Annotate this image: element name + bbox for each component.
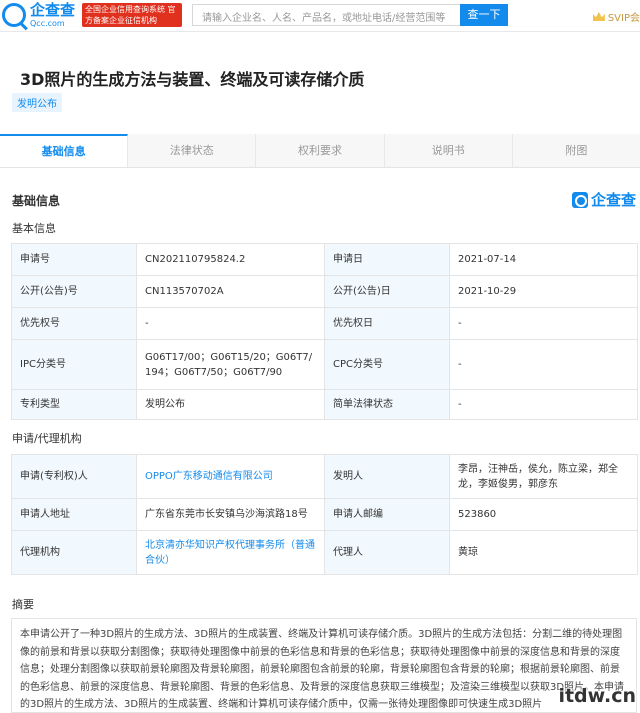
label-cell: 申请号 [11, 243, 137, 276]
label-cell: 专利类型 [11, 389, 137, 420]
value-cell: 2021-07-14 [449, 243, 638, 276]
subsection-title: 申请/代理机构 [12, 432, 82, 445]
logo-name: 企查查 [30, 1, 76, 19]
label-cell: 申请(专利权)人 [11, 454, 137, 499]
label-cell: CPC分类号 [324, 339, 450, 390]
top-bar: 企查查 Qcc.com 全国企业信用查询系统 官方备案企业征信机构 请输入企业名… [0, 0, 640, 32]
value-cell: G06T17/00；G06T15/20；G06T7/194；G06T7/50；G… [136, 339, 325, 390]
svip-label: SVIP会 [607, 13, 640, 24]
table-row: 申请人地址 广东省东莞市长安镇乌沙海滨路18号 申请人邮编 523860 [11, 498, 638, 531]
search-button[interactable]: 查一下 [460, 4, 508, 26]
label-cell: 公开(公告)号 [11, 275, 137, 308]
table-row: 代理机构 北京清亦华知识产权代理事务所（普通合伙） 代理人 黄琼 [11, 530, 638, 575]
tab-drawings[interactable]: 附图 [513, 134, 640, 167]
label-cell: 申请人邮编 [324, 498, 450, 531]
logo-magnifier-icon [2, 3, 26, 27]
label-cell: 申请日 [324, 243, 450, 276]
abstract-text: 本申请公开了一种3D照片的生成方法、3D照片的生成装置、终端及计算机可读存储介质… [11, 618, 637, 713]
value-cell: - [136, 307, 325, 340]
value-cell: 广东省东莞市长安镇乌沙海滨路18号 [136, 498, 325, 531]
label-cell: 公开(公告)日 [324, 275, 450, 308]
logo-domain: Qcc.com [30, 19, 65, 28]
page-title: 3D照片的生成方法与装置、终端及可读存储介质 [20, 70, 365, 89]
value-cell: - [449, 307, 638, 340]
table-row: IPC分类号 G06T17/00；G06T15/20；G06T7/194；G06… [11, 339, 638, 390]
value-cell: - [449, 389, 638, 420]
table-row: 申请号 CN202110795824.2 申请日 2021-07-14 [11, 243, 638, 276]
table-row: 优先权号 - 优先权日 - [11, 307, 638, 340]
value-cell: 发明公布 [136, 389, 325, 420]
subsection-title: 摘要 [12, 598, 34, 611]
site-logo[interactable]: 企查查 Qcc.com [2, 2, 75, 28]
label-cell: IPC分类号 [11, 339, 137, 390]
crown-icon [592, 12, 605, 21]
label-cell: 优先权日 [324, 307, 450, 340]
label-cell: 代理机构 [11, 530, 137, 575]
section-title: 基础信息 [12, 194, 61, 208]
tab-description[interactable]: 说明书 [385, 134, 513, 167]
brand-icon [571, 191, 588, 208]
label-cell: 申请人地址 [11, 498, 137, 531]
agency-link[interactable]: 北京清亦华知识产权代理事务所（普通合伙） [145, 540, 315, 566]
label-cell: 代理人 [324, 530, 450, 575]
basic-info-table: 申请号 CN202110795824.2 申请日 2021-07-14 公开(公… [11, 243, 638, 420]
label-cell: 优先权号 [11, 307, 137, 340]
tab-legal-status[interactable]: 法律状态 [128, 134, 257, 167]
svip-link[interactable]: SVIP会 [592, 9, 640, 24]
subsection-title: 基本信息 [12, 222, 56, 235]
value-cell: CN202110795824.2 [136, 243, 325, 276]
value-cell: CN113570702A [136, 275, 325, 308]
table-row: 专利类型 发明公布 简单法律状态 - [11, 389, 638, 420]
tab-claims[interactable]: 权利要求 [256, 134, 385, 167]
official-badge: 全国企业信用查询系统 官方备案企业征信机构 [82, 3, 182, 27]
table-row: 公开(公告)号 CN113570702A 公开(公告)日 2021-10-29 [11, 275, 638, 308]
brand-logo: 企查查 [571, 189, 636, 210]
tab-bar: 基础信息 法律状态 权利要求 说明书 附图 [0, 134, 640, 168]
value-cell: 523860 [449, 498, 638, 531]
table-row: 申请(专利权)人 OPPO广东移动通信有限公司 发明人 李昂，汪神岳，侯允，陈立… [11, 454, 638, 499]
status-badge: 发明公布 [12, 93, 62, 112]
watermark: itdw.cn [558, 685, 636, 707]
brand-name: 企查查 [590, 191, 636, 209]
agency-table: 申请(专利权)人 OPPO广东移动通信有限公司 发明人 李昂，汪神岳，侯允，陈立… [11, 454, 638, 575]
value-cell: - [449, 339, 638, 390]
tab-basic-info[interactable]: 基础信息 [0, 134, 129, 167]
label-cell: 发明人 [324, 454, 450, 499]
applicant-link[interactable]: OPPO广东移动通信有限公司 [145, 471, 273, 482]
label-cell: 简单法律状态 [324, 389, 450, 420]
search-input[interactable]: 请输入企业名、人名、产品名，或地址电话/经营范围等 [192, 4, 460, 26]
value-cell: 李昂，汪神岳，侯允，陈立梁，郑全龙，李姬俊男，郭彦东 [449, 454, 638, 499]
value-cell: 2021-10-29 [449, 275, 638, 308]
value-cell: 黄琼 [449, 530, 638, 575]
